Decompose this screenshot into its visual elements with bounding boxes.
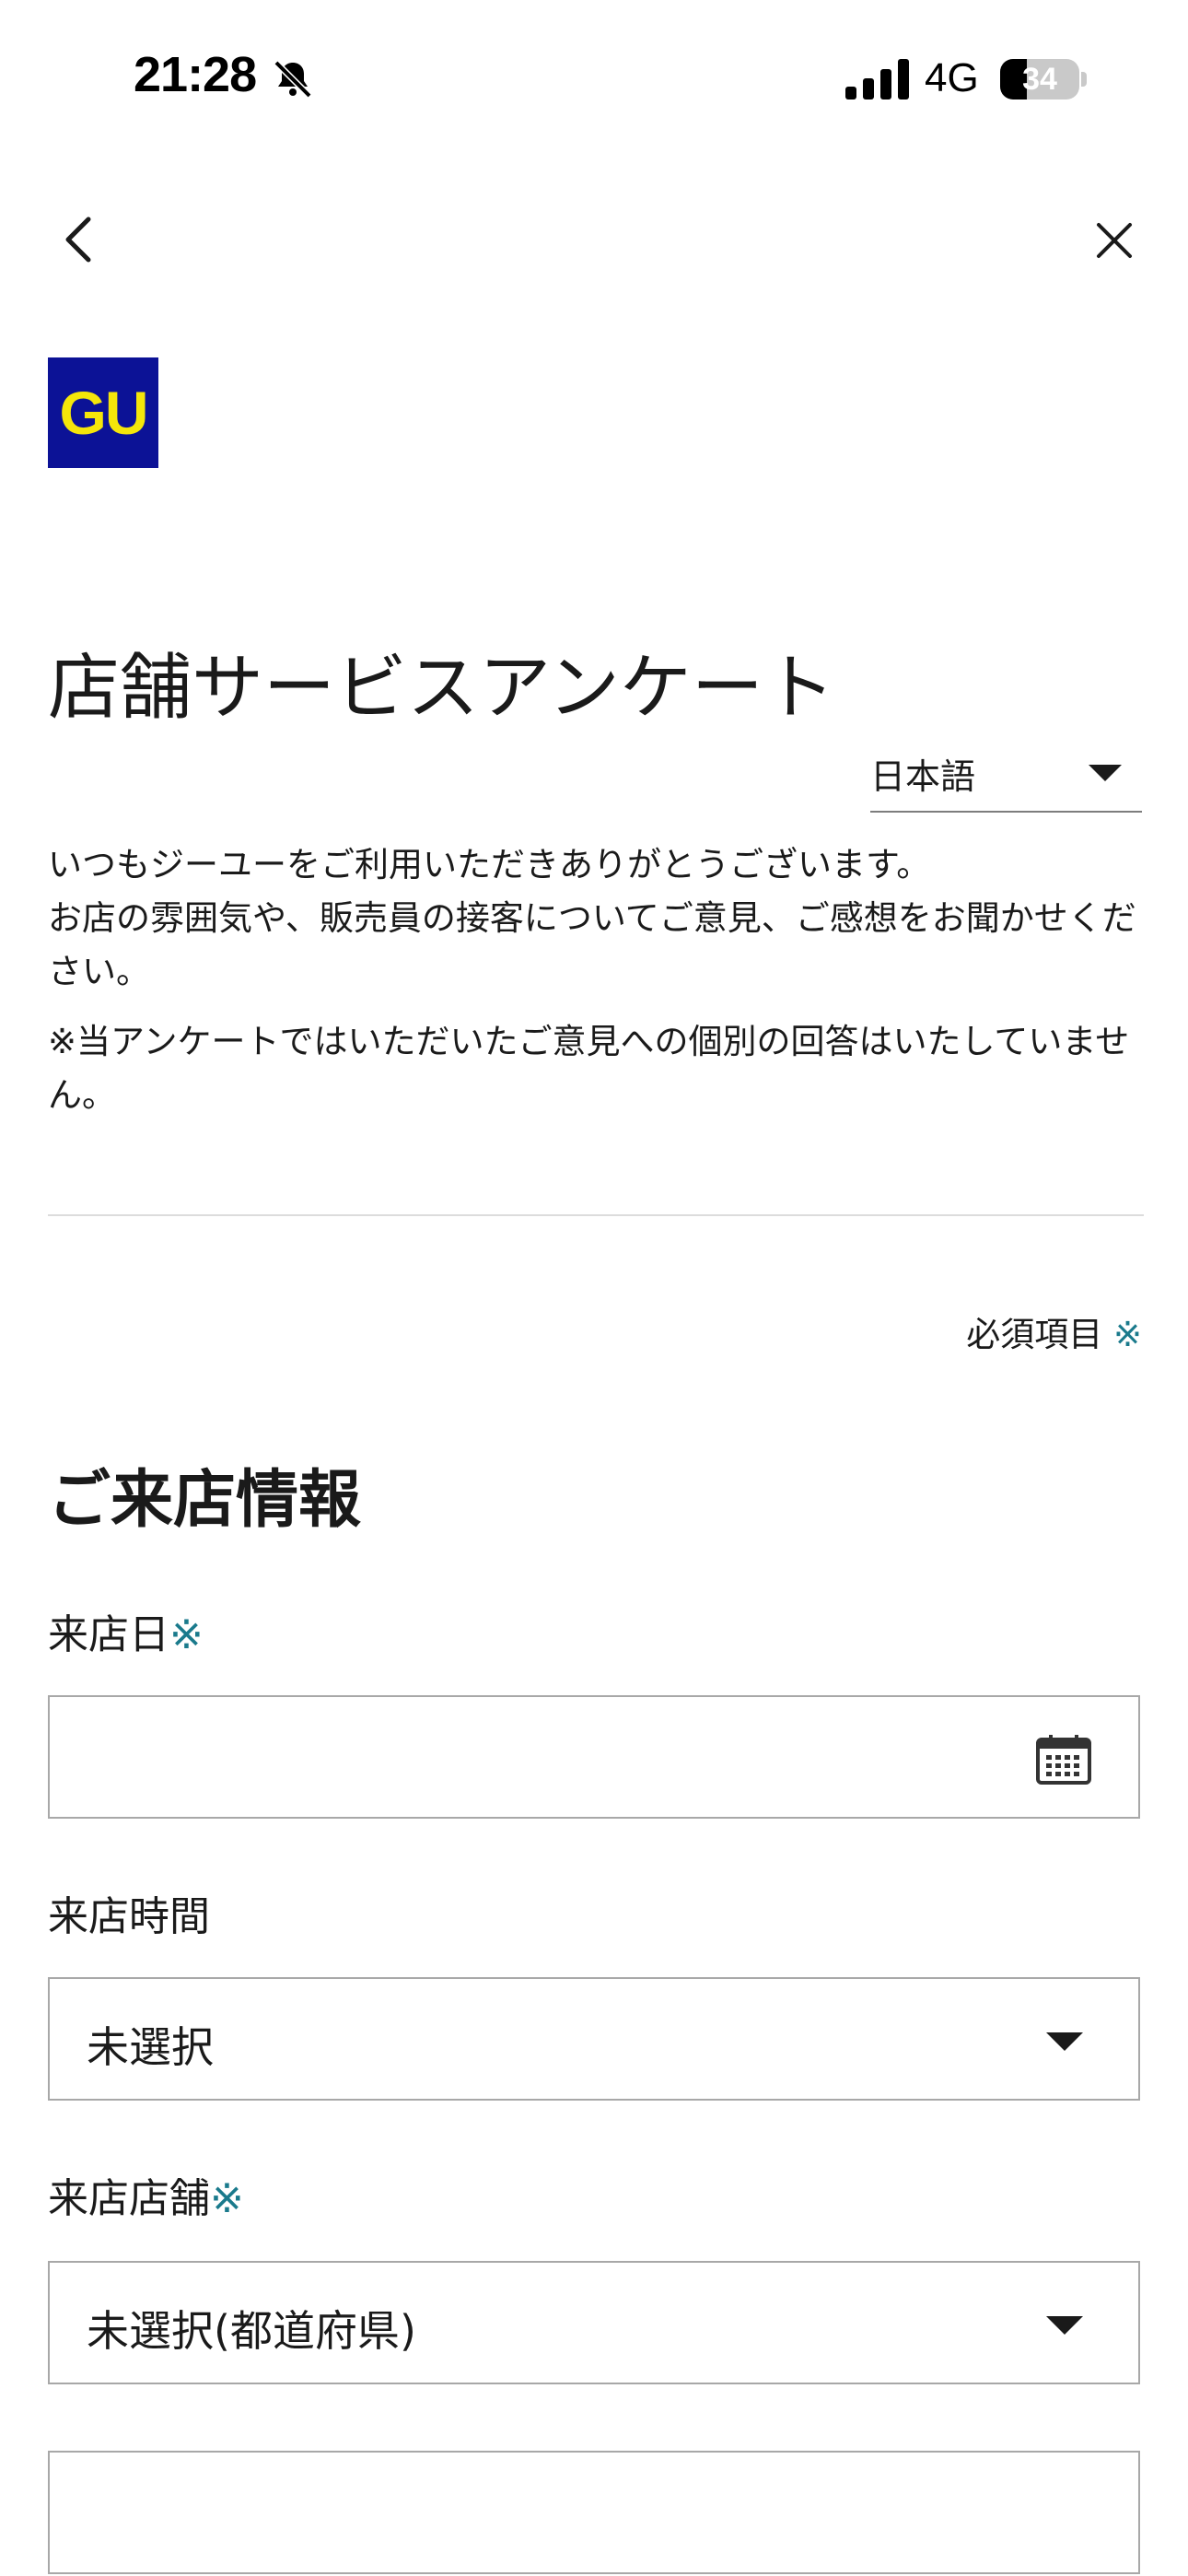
caret-down-icon (1046, 2032, 1083, 2051)
section-title: ご来店情報 (48, 1464, 362, 1537)
divider (48, 1214, 1144, 1216)
language-select[interactable]: 日本語 (870, 744, 1142, 813)
visit-time-label: 来店時間 (48, 1883, 210, 1942)
visit-store-label: 来店店舗※ (48, 2165, 244, 2224)
required-legend-text: 必須項目 (966, 1315, 1103, 1354)
signal-icon (845, 59, 909, 100)
page-title: 店舗サービスアンケート (48, 647, 835, 731)
visit-store-label-text: 来店店舗 (48, 2175, 210, 2222)
caret-down-icon (1046, 2316, 1083, 2335)
visit-time-value: 未選択 (87, 2022, 214, 2072)
visit-store-select[interactable] (48, 2451, 1140, 2574)
network-type: 4G (925, 55, 979, 100)
bell-slash-icon (274, 60, 312, 99)
chevron-left-icon[interactable] (55, 212, 101, 267)
visit-store-prefecture-select[interactable]: 未選択(都道府県) (48, 2261, 1140, 2384)
required-legend: 必須項目 ※ (645, 1306, 1142, 1356)
required-mark: ※ (169, 1611, 204, 1658)
visit-date-label-text: 来店日 (48, 1611, 169, 1658)
intro-line-2: お店の雰囲気や、販売員の接客についてご意見、ご感想をお聞かせください。 (48, 898, 1136, 991)
visit-store-value: 未選択(都道府県) (87, 2306, 416, 2356)
survey-page: 21:28 4G 34 GU 店舗サービスアンケート 日本語 いつもジーユーをご… (0, 0, 1188, 2576)
visit-date-label: 来店日※ (48, 1601, 204, 1660)
battery-icon: 34 (1000, 59, 1087, 100)
close-icon[interactable] (1091, 217, 1137, 263)
required-mark: ※ (210, 2175, 244, 2222)
intro-line-1: いつもジーユーをご利用いただきありがとうございます。 (48, 845, 931, 884)
calendar-icon[interactable] (1035, 1734, 1092, 1786)
intro-text: いつもジーユーをご利用いただきありがとうございます。 お店の雰囲気や、販売員の接… (48, 838, 1144, 1122)
battery-level: 34 (1022, 62, 1057, 97)
intro-notice: ※当アンケートではいただいたご意見への個別の回答はいたしていません。 (48, 1022, 1130, 1115)
caret-down-icon (1089, 765, 1122, 781)
gu-logo: GU (48, 357, 158, 468)
visit-date-input[interactable] (48, 1695, 1140, 1819)
language-selected: 日本語 (870, 756, 976, 797)
status-time: 21:28 (134, 47, 257, 102)
visit-time-select[interactable]: 未選択 (48, 1977, 1140, 2101)
required-mark: ※ (1112, 1315, 1142, 1354)
visit-time-label-text: 来店時間 (48, 1893, 210, 1940)
